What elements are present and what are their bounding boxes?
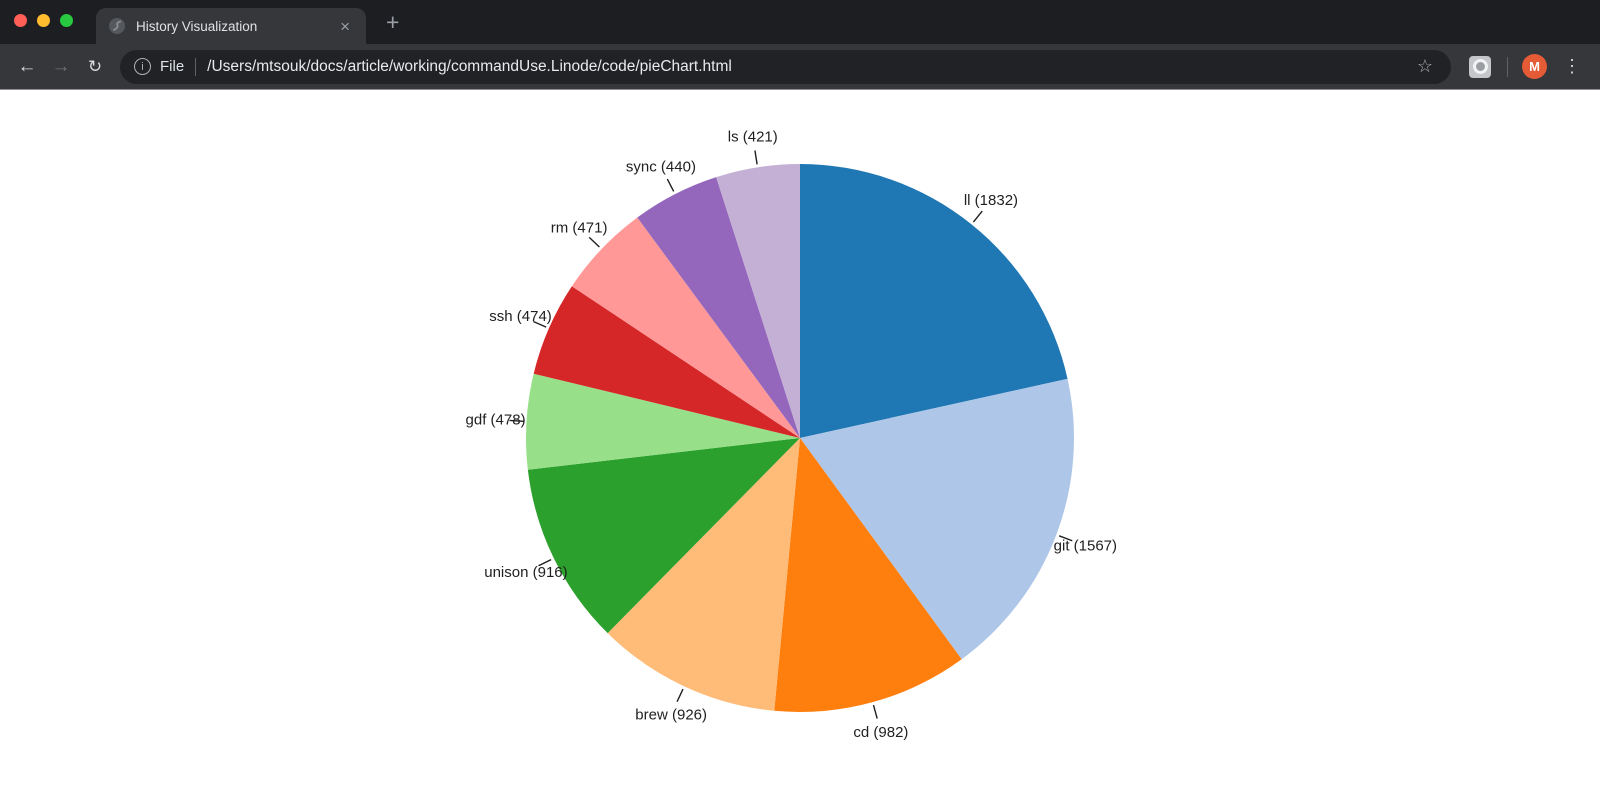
pie-label-git: git (1567) xyxy=(1054,538,1117,555)
url-scheme-label: File xyxy=(160,58,184,75)
pie-label-rm: rm (471) xyxy=(551,220,608,237)
page-favicon-icon xyxy=(108,17,126,35)
tab-history-visualization[interactable]: History Visualization × xyxy=(96,8,366,44)
pie-label-gdf: gdf (478) xyxy=(466,412,526,429)
pie-label-sync: sync (440) xyxy=(626,159,696,176)
pie-label-brew: brew (926) xyxy=(635,706,707,723)
toolbar-divider xyxy=(1507,57,1508,77)
page-content: ll (1832) git (1567) cd (982) brew (926) uni… xyxy=(0,90,1600,793)
pie-label-tick-ls xyxy=(755,151,757,165)
tab-close-icon[interactable]: × xyxy=(336,16,354,37)
browser-menu-icon[interactable]: ⋮ xyxy=(1555,56,1590,77)
pie-label-tick-sync xyxy=(667,179,673,191)
url-text: /Users/mtsouk/docs/article/working/comma… xyxy=(207,58,732,76)
zoom-window-button[interactable] xyxy=(60,14,73,27)
pie-label-ll: ll (1832) xyxy=(964,192,1018,209)
close-window-button[interactable] xyxy=(14,14,27,27)
new-tab-button[interactable]: + xyxy=(380,7,405,38)
address-bar[interactable]: i File /Users/mtsouk/docs/article/workin… xyxy=(120,50,1451,84)
tab-strip: History Visualization × + xyxy=(0,0,1600,44)
tab-title: History Visualization xyxy=(136,19,336,34)
bookmark-star-icon[interactable]: ☆ xyxy=(1413,56,1437,77)
extension-logo xyxy=(1473,59,1488,74)
forward-button[interactable]: → xyxy=(44,50,78,84)
pie-label-tick-cd xyxy=(873,705,877,719)
browser-window: History Visualization × + ← → ↻ i File /… xyxy=(0,0,1600,793)
traffic-lights xyxy=(14,14,73,27)
pie-label-unison: unison (916) xyxy=(484,564,567,581)
browser-toolbar: ← → ↻ i File /Users/mtsouk/docs/article/… xyxy=(0,44,1600,90)
extension-icon[interactable] xyxy=(1469,56,1491,78)
pie-label-tick-rm xyxy=(589,237,599,247)
profile-avatar[interactable]: M xyxy=(1522,54,1547,79)
pie-label-tick-brew xyxy=(677,689,683,702)
pie-label-ssh: ssh (474) xyxy=(489,308,552,325)
back-button[interactable]: ← xyxy=(10,50,44,84)
minimize-window-button[interactable] xyxy=(37,14,50,27)
pie-label-tick-ll xyxy=(973,211,982,222)
url-divider xyxy=(195,58,196,76)
reload-button[interactable]: ↻ xyxy=(78,50,112,84)
page-info-icon[interactable]: i xyxy=(134,58,151,75)
pie-label-cd: cd (982) xyxy=(853,724,908,741)
pie-label-ls: ls (421) xyxy=(728,129,778,146)
pie-chart: ll (1832) git (1567) cd (982) brew (926) uni… xyxy=(0,90,1600,792)
